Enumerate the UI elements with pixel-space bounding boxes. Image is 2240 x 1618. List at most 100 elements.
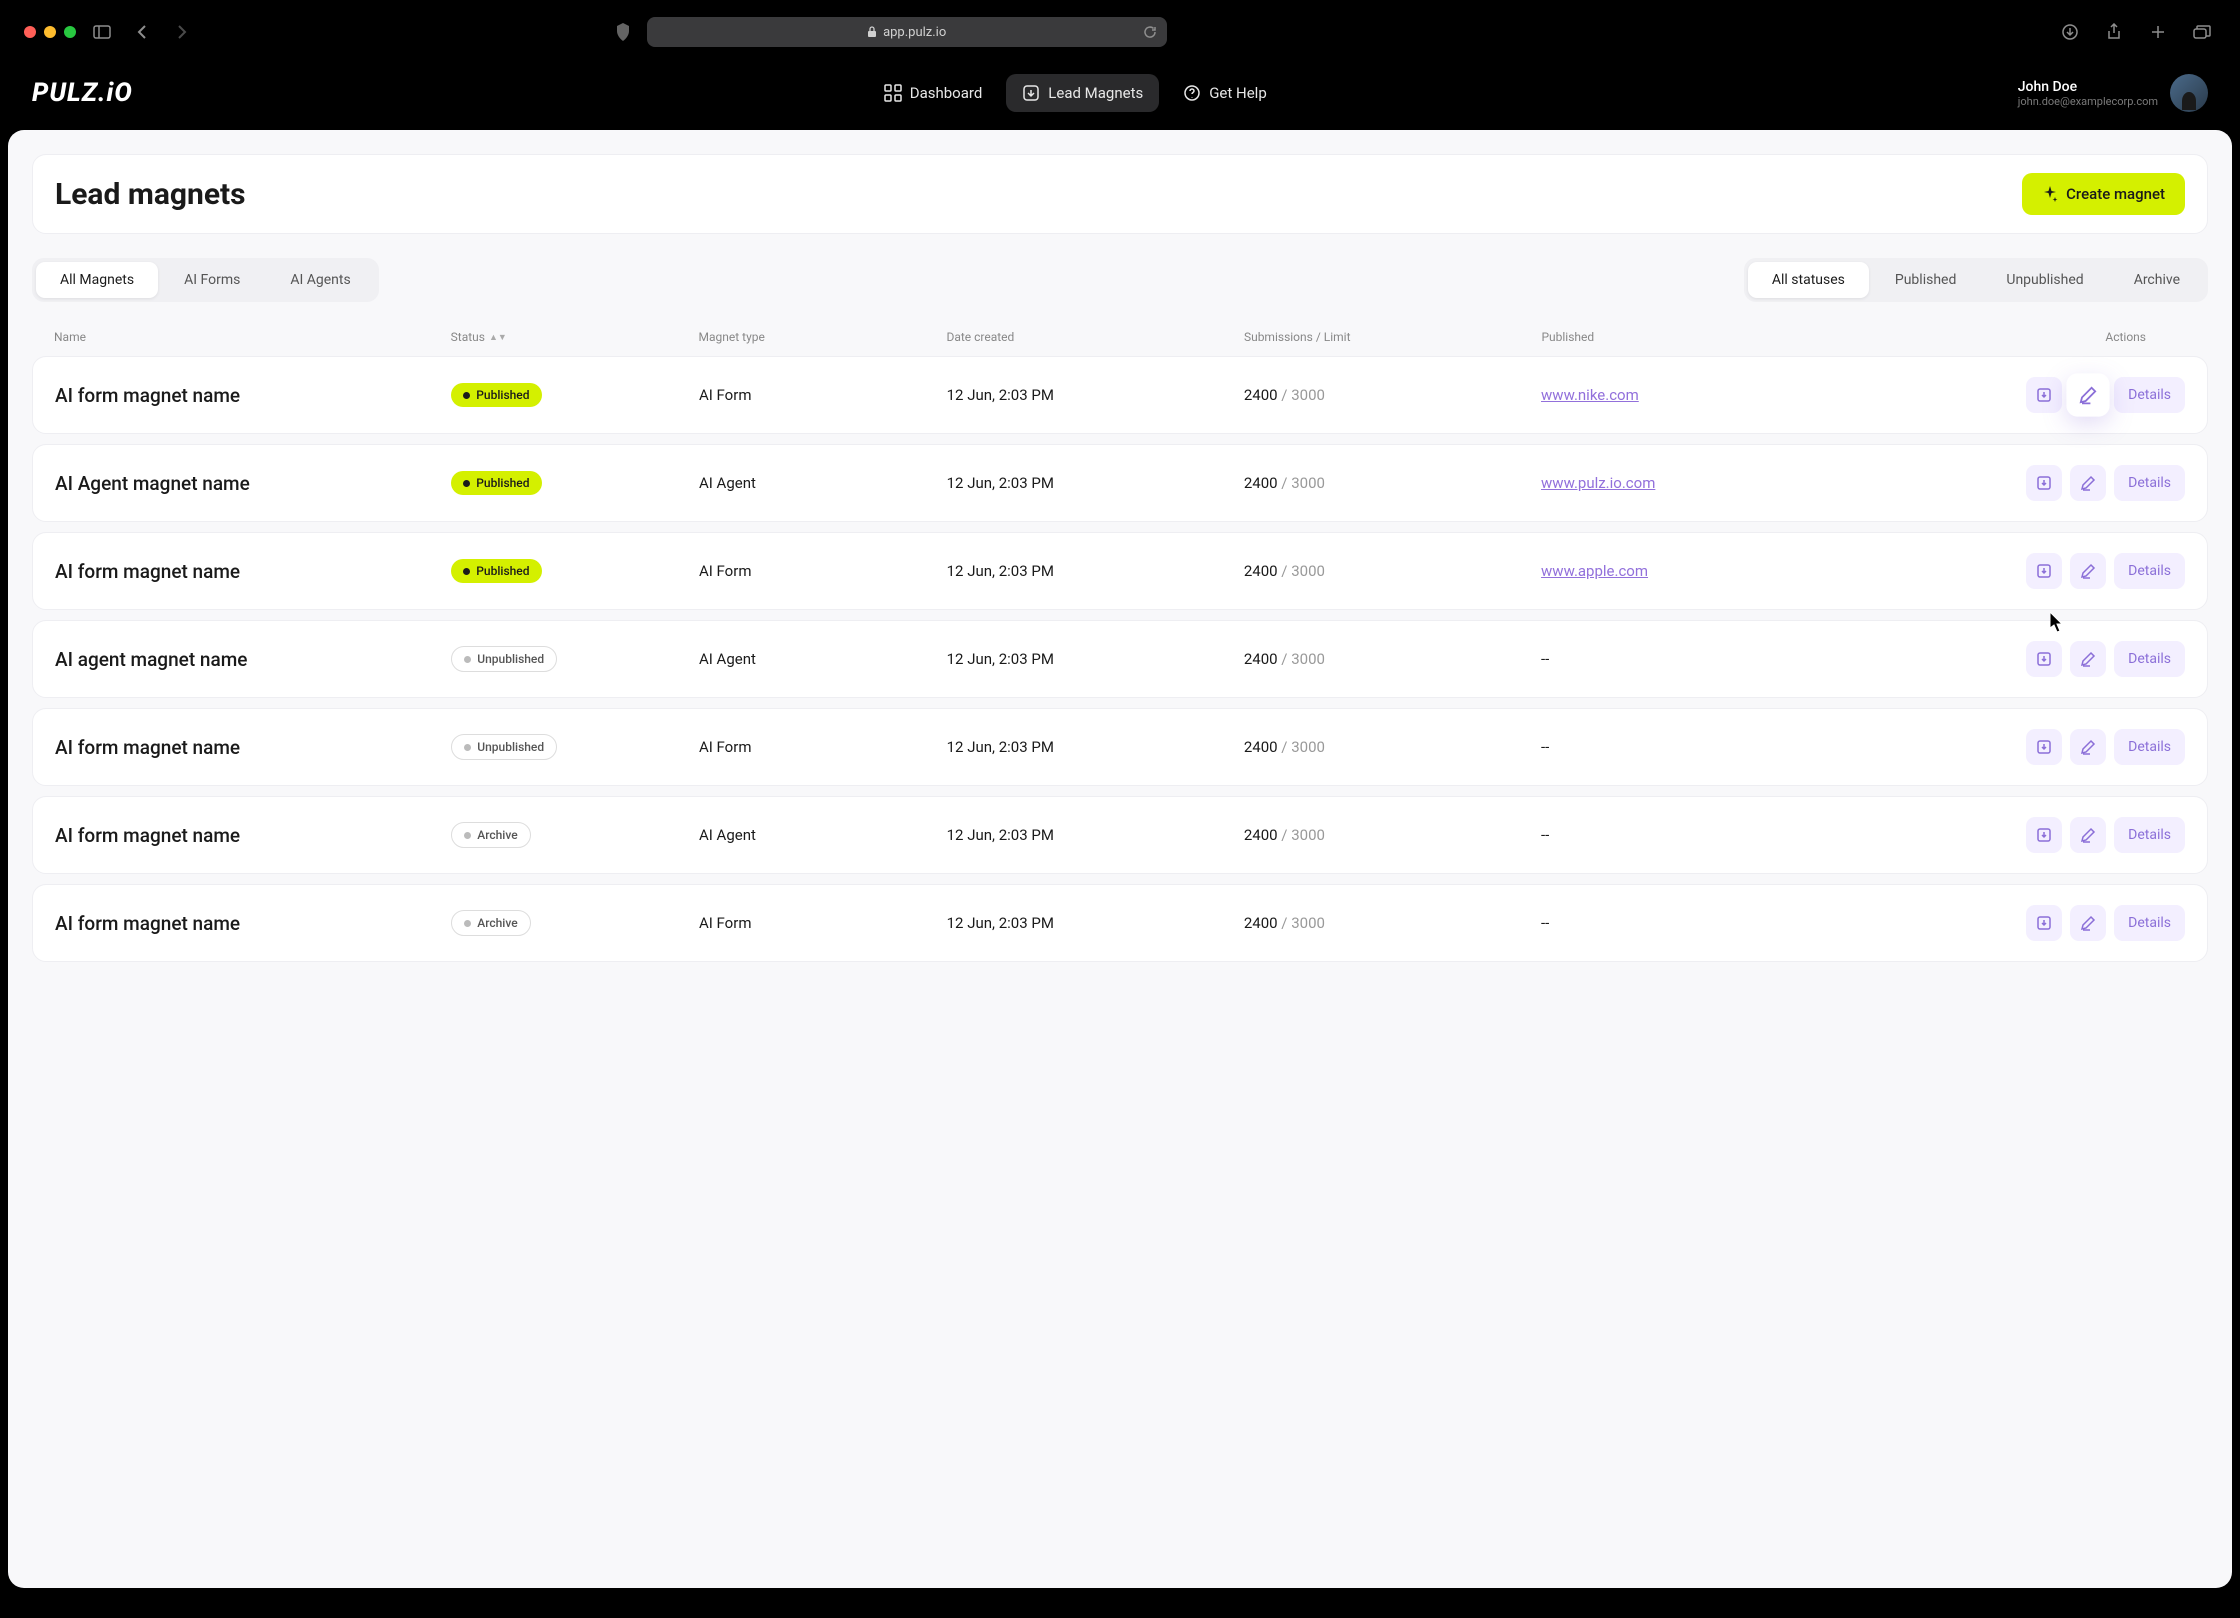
download-button[interactable] bbox=[2026, 465, 2062, 501]
details-button[interactable]: Details bbox=[2114, 729, 2185, 765]
nav-lead-magnets[interactable]: Lead Magnets bbox=[1006, 74, 1159, 112]
maximize-window-button[interactable] bbox=[64, 26, 76, 38]
status-label: Published bbox=[476, 564, 529, 578]
download-button[interactable] bbox=[2026, 729, 2062, 765]
nav-get-help[interactable]: Get Help bbox=[1167, 74, 1283, 112]
date-created: 12 Jun, 2:03 PM bbox=[947, 738, 1244, 756]
share-icon[interactable] bbox=[2100, 18, 2128, 46]
th-published: Published bbox=[1541, 330, 1863, 344]
status-tab-archive[interactable]: Archive bbox=[2110, 262, 2204, 298]
download-button[interactable] bbox=[2026, 377, 2062, 413]
sidebar-toggle-icon[interactable] bbox=[88, 18, 116, 46]
tabs-overview-icon[interactable] bbox=[2188, 18, 2216, 46]
status-tab-unpublished[interactable]: Unpublished bbox=[1982, 262, 2107, 298]
row-actions: Details bbox=[1863, 817, 2185, 853]
status-label: Archive bbox=[477, 828, 517, 842]
th-name: Name bbox=[54, 330, 451, 344]
magnet-name: AI form magnet name bbox=[55, 824, 451, 847]
magnet-name: AI form magnet name bbox=[55, 912, 451, 935]
edit-button[interactable] bbox=[2070, 553, 2106, 589]
th-type: Magnet type bbox=[699, 330, 947, 344]
edit-button[interactable] bbox=[2067, 373, 2110, 416]
status-badge: Archive bbox=[451, 910, 530, 936]
refresh-icon[interactable] bbox=[1143, 25, 1157, 39]
status-dot-icon bbox=[463, 480, 470, 487]
date-created: 12 Jun, 2:03 PM bbox=[947, 826, 1244, 844]
table-row: AI agent magnet nameUnpublishedAI Agent1… bbox=[32, 620, 2208, 698]
status-badge: Published bbox=[451, 471, 541, 495]
status-dot-icon bbox=[463, 568, 470, 575]
back-button[interactable] bbox=[128, 18, 156, 46]
details-button[interactable]: Details bbox=[2114, 817, 2185, 853]
table-row: AI Agent magnet namePublishedAI Agent12 … bbox=[32, 444, 2208, 522]
edit-button[interactable] bbox=[2070, 729, 2106, 765]
published-url[interactable]: www.nike.com bbox=[1541, 386, 1863, 404]
status-tab-all-statuses[interactable]: All statuses bbox=[1748, 262, 1869, 298]
grid-icon bbox=[884, 84, 902, 102]
downloads-icon[interactable] bbox=[2056, 18, 2084, 46]
type-tab-all-magnets[interactable]: All Magnets bbox=[36, 262, 158, 298]
date-created: 12 Jun, 2:03 PM bbox=[947, 562, 1244, 580]
edit-button[interactable] bbox=[2070, 465, 2106, 501]
app-header: PULZ.iO Dashboard Lead Magnets Get Help … bbox=[8, 56, 2232, 130]
date-created: 12 Jun, 2:03 PM bbox=[947, 474, 1244, 492]
published-url[interactable]: www.pulz.io.com bbox=[1541, 474, 1863, 492]
status-label: Unpublished bbox=[477, 652, 544, 666]
details-button[interactable]: Details bbox=[2114, 641, 2185, 677]
magnets-table: Name Status ▲▼ Magnet type Date created … bbox=[32, 318, 2208, 962]
type-tab-ai-forms[interactable]: AI Forms bbox=[160, 262, 264, 298]
privacy-shield-icon[interactable] bbox=[615, 23, 631, 41]
url-text: app.pulz.io bbox=[883, 25, 946, 40]
close-window-button[interactable] bbox=[24, 26, 36, 38]
main-nav: Dashboard Lead Magnets Get Help bbox=[868, 74, 1283, 112]
table-row: AI form magnet namePublishedAI Form12 Ju… bbox=[32, 356, 2208, 434]
details-button[interactable]: Details bbox=[2114, 377, 2185, 413]
new-tab-icon[interactable] bbox=[2144, 18, 2172, 46]
logo[interactable]: PULZ.iO bbox=[32, 78, 133, 108]
submissions: 2400 / 3000 bbox=[1244, 914, 1541, 932]
th-submissions: Submissions / Limit bbox=[1244, 330, 1541, 344]
status-tab-published[interactable]: Published bbox=[1871, 262, 1980, 298]
magnet-type: AI Form bbox=[699, 386, 947, 404]
type-tab-ai-agents[interactable]: AI Agents bbox=[266, 262, 374, 298]
nav-dashboard[interactable]: Dashboard bbox=[868, 74, 999, 112]
table-row: AI form magnet nameArchiveAI Form12 Jun,… bbox=[32, 884, 2208, 962]
sparkle-icon bbox=[2042, 186, 2058, 202]
th-status[interactable]: Status ▲▼ bbox=[451, 330, 699, 344]
edit-button[interactable] bbox=[2070, 817, 2106, 853]
magnet-type: AI Agent bbox=[699, 826, 947, 844]
table-row: AI form magnet nameUnpublishedAI Form12 … bbox=[32, 708, 2208, 786]
edit-button[interactable] bbox=[2070, 905, 2106, 941]
download-button[interactable] bbox=[2026, 817, 2062, 853]
status-dot-icon bbox=[464, 832, 471, 839]
user-menu[interactable]: John Doe john.doe@examplecorp.com bbox=[2018, 74, 2208, 112]
edit-button[interactable] bbox=[2070, 641, 2106, 677]
published-url: -- bbox=[1541, 826, 1863, 844]
date-created: 12 Jun, 2:03 PM bbox=[947, 386, 1244, 404]
nav-label: Get Help bbox=[1209, 84, 1267, 102]
type-filter-tabs: All MagnetsAI FormsAI Agents bbox=[32, 258, 379, 302]
traffic-lights bbox=[24, 26, 76, 38]
download-button[interactable] bbox=[2026, 553, 2062, 589]
table-row: AI form magnet name Archive AI Agent12 Jun… bbox=[32, 796, 2208, 874]
published-url[interactable]: www.apple.com bbox=[1541, 562, 1863, 580]
status-dot-icon bbox=[464, 920, 471, 927]
avatar[interactable] bbox=[2170, 74, 2208, 112]
user-email: john.doe@examplecorp.com bbox=[2018, 95, 2158, 108]
download-button[interactable] bbox=[2026, 905, 2062, 941]
submissions: 2400 / 3000 bbox=[1244, 474, 1541, 492]
row-actions: Details bbox=[1863, 641, 2185, 677]
status-label: Unpublished bbox=[477, 740, 544, 754]
create-magnet-button[interactable]: Create magnet bbox=[2022, 173, 2185, 215]
minimize-window-button[interactable] bbox=[44, 26, 56, 38]
forward-button[interactable] bbox=[168, 18, 196, 46]
details-button[interactable]: Details bbox=[2114, 553, 2185, 589]
lock-icon bbox=[867, 26, 877, 38]
submissions: 2400 / 3000 bbox=[1244, 650, 1541, 668]
details-button[interactable]: Details bbox=[2114, 465, 2185, 501]
url-bar[interactable]: app.pulz.io bbox=[647, 17, 1167, 47]
status-dot-icon bbox=[463, 392, 470, 399]
magnet-type: AI Form bbox=[699, 562, 947, 580]
download-button[interactable] bbox=[2026, 641, 2062, 677]
details-button[interactable]: Details bbox=[2114, 905, 2185, 941]
